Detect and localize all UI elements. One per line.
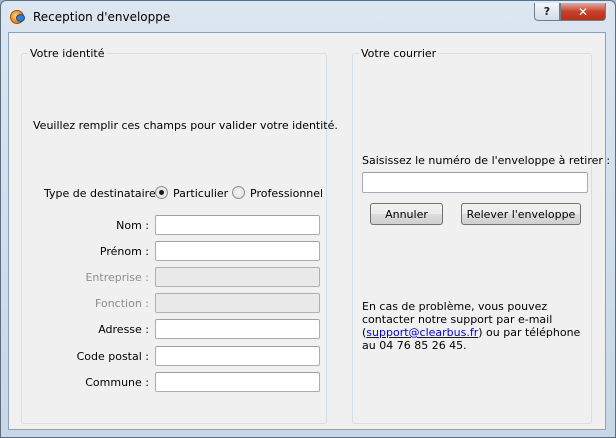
commune-label: Commune :	[85, 376, 149, 389]
support-email-link[interactable]: support@clearbus.fr	[366, 326, 478, 339]
dialog-client-area: Votre identité Veuillez remplir ces cham…	[8, 32, 610, 430]
help-button[interactable]: ?	[534, 3, 560, 21]
code-postal-label: Code postal :	[76, 350, 149, 363]
prenom-label: Prénom :	[99, 245, 149, 258]
retrieve-envelope-button[interactable]: Relever l'enveloppe	[461, 203, 581, 225]
identity-group-legend: Votre identité	[30, 47, 105, 60]
radio-professionnel-label[interactable]: Professionnel	[250, 187, 323, 200]
entreprise-label: Entreprise :	[85, 271, 149, 284]
recipient-type-label: Type de destinataire :	[44, 187, 163, 200]
adresse-label: Adresse :	[98, 323, 149, 336]
nom-label: Nom :	[116, 219, 149, 232]
commune-field[interactable]	[155, 372, 320, 392]
fonction-label: Fonction :	[95, 297, 149, 310]
window-title: Reception d'enveloppe	[33, 10, 171, 24]
code-postal-field[interactable]	[155, 346, 320, 366]
identity-group: Votre identité Veuillez remplir ces cham…	[21, 47, 338, 424]
app-logo-icon	[10, 10, 25, 24]
close-button[interactable]: ✕	[560, 3, 606, 21]
title-bar[interactable]: Reception d'enveloppe ? ✕	[1, 1, 615, 33]
prenom-field[interactable]	[155, 241, 320, 261]
adresse-field[interactable]	[155, 319, 320, 339]
radio-professionnel[interactable]	[232, 186, 245, 199]
mail-group: Votre courrier Saisissez le numéro de l'…	[352, 47, 610, 424]
radio-particulier[interactable]	[155, 186, 168, 199]
envelope-number-field[interactable]	[362, 172, 588, 193]
entreprise-field	[155, 267, 320, 287]
dialog-window: Reception d'enveloppe ? ✕ Votre identité…	[0, 0, 616, 438]
support-info: En cas de problème, vous pouvez contacte…	[362, 300, 588, 352]
radio-particulier-label[interactable]: Particulier	[173, 187, 228, 200]
mail-group-legend: Votre courrier	[361, 47, 437, 60]
fonction-field	[155, 293, 320, 313]
cancel-button[interactable]: Annuler	[370, 203, 443, 225]
envelope-prompt: Saisissez le numéro de l'enveloppe à ret…	[362, 154, 611, 167]
identity-instruction: Veuillez remplir ces champs pour valider…	[33, 119, 338, 132]
nom-field[interactable]	[155, 215, 320, 235]
